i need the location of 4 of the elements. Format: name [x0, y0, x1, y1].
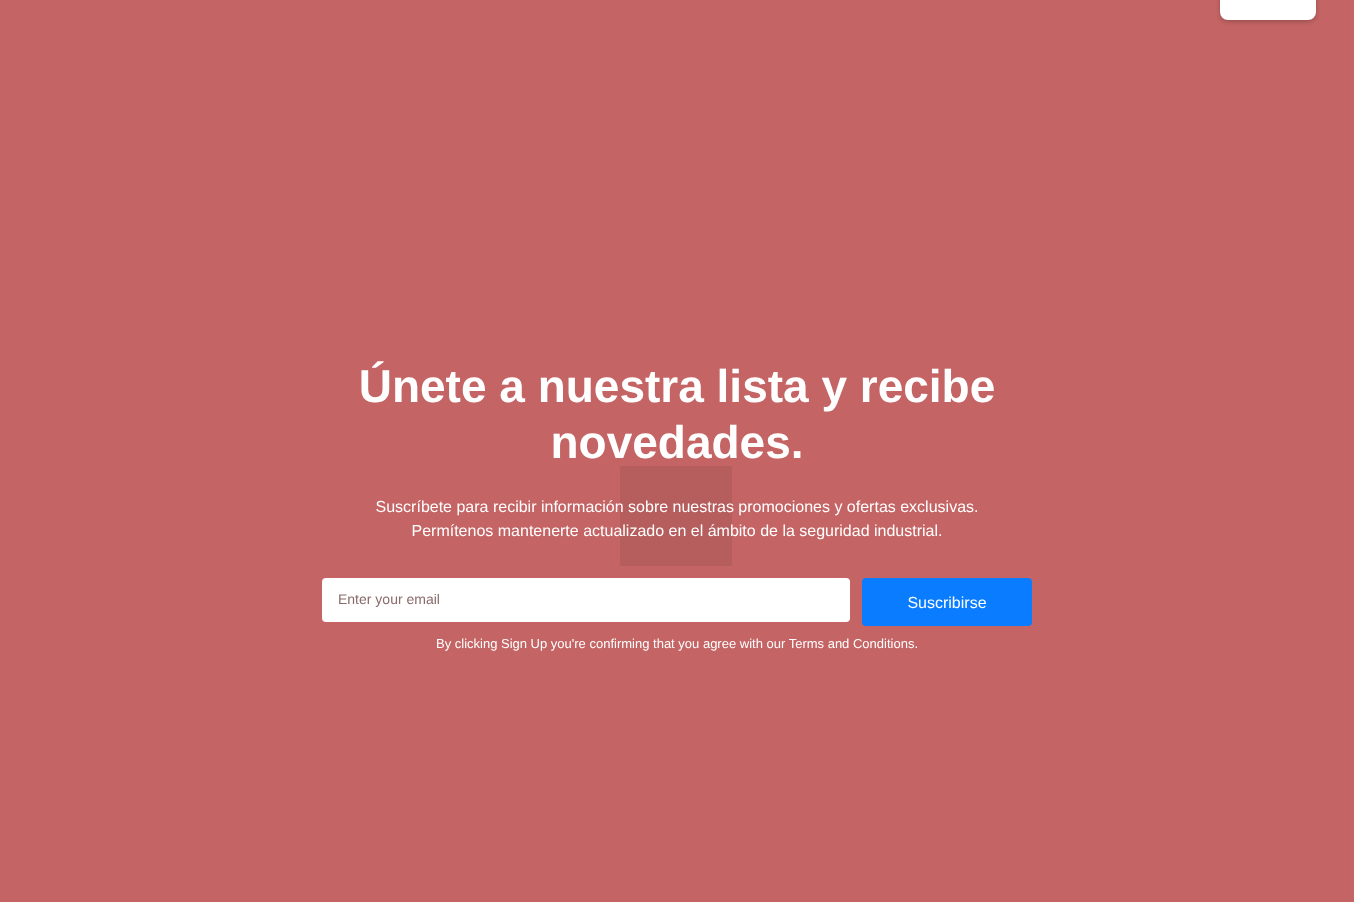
description: Suscríbete para recibir información sobre nuestras promociones y ofertas exclusivas. Permítenos mantenerte actualizado en el ámbito de la seguridad industrial. — [373, 496, 981, 544]
heading: Únete a nuestra lista y recibe novedades. — [356, 358, 998, 470]
subscribe-button[interactable]: Suscribirse — [862, 578, 1032, 626]
toolbar-panel[interactable] — [1220, 0, 1316, 20]
